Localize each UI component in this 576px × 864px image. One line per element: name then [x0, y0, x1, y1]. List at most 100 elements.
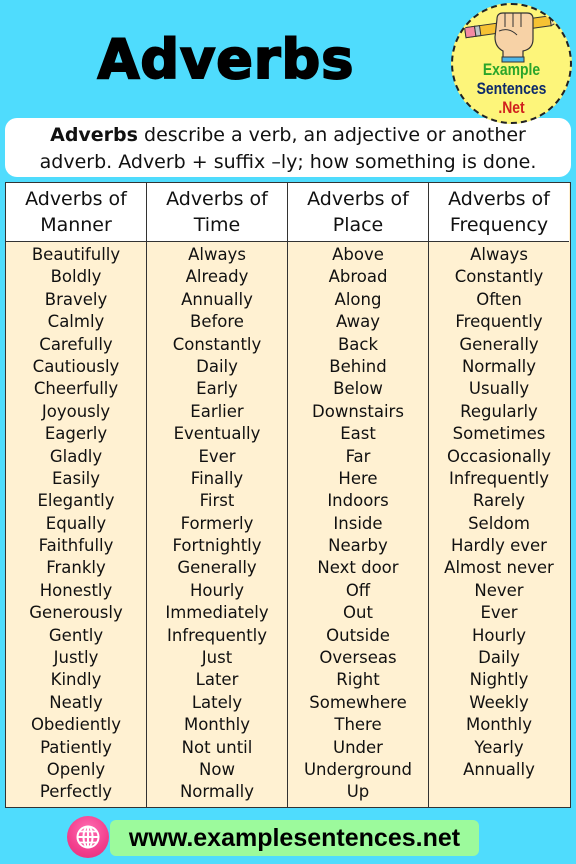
- table-cell: Justly: [53, 648, 99, 668]
- table-cell: Sometimes: [452, 424, 546, 444]
- column-header-line: Adverbs of: [166, 188, 268, 210]
- column-header-line: Adverbs of: [25, 188, 127, 210]
- table-cell: Now: [199, 759, 235, 779]
- table-cell: Beautifully: [31, 245, 121, 264]
- table-cell: Easily: [51, 468, 101, 488]
- table-cell: Infrequently: [166, 625, 268, 645]
- table-cell: Weekly: [469, 692, 529, 712]
- description-line-1-text: describe a verb, an adjective or another: [137, 124, 526, 146]
- description-line-2: adverb. Adverb + suffix –ly; how somethi…: [39, 151, 537, 173]
- table-cell: Just: [201, 648, 233, 668]
- table-cell: Cautiously: [32, 356, 120, 376]
- table-cell: Along: [334, 289, 382, 309]
- table-cell: Monthly: [465, 715, 533, 735]
- table-cell: Monthly: [183, 715, 251, 735]
- logo-text-net: .Net: [498, 98, 525, 117]
- table-cell: There: [334, 715, 382, 735]
- table-cell: Annually: [463, 759, 535, 779]
- table-cell: Daily: [196, 356, 238, 376]
- table-cell: Ever: [480, 603, 518, 623]
- table-cell: Infrequently: [448, 468, 550, 488]
- website-url-link[interactable]: www.examplesentences.net: [110, 820, 479, 856]
- table-cell: Honestly: [39, 580, 113, 600]
- column-frequency: Adverbs of Frequency Always Constantly Oft…: [429, 183, 569, 807]
- table-cell: Abroad: [328, 267, 388, 287]
- table-cell: Before: [190, 312, 244, 332]
- table-cell: Later: [195, 670, 239, 690]
- table-cell: Kindly: [50, 670, 102, 690]
- column-header-frequency: Adverbs of Frequency: [429, 183, 569, 242]
- table-cell: Underground: [303, 759, 413, 779]
- table-cell: Lately: [191, 692, 243, 712]
- table-cell: Immediately: [165, 603, 269, 623]
- site-logo[interactable]: Example Sentences .Net: [451, 3, 572, 124]
- table-cell: Elegantly: [37, 491, 115, 511]
- description-bold-term: Adverbs: [50, 124, 138, 146]
- page-title: Adverbs: [97, 27, 355, 92]
- table-cell: Behind: [329, 356, 387, 376]
- column-header-manner: Adverbs of Manner: [6, 183, 146, 242]
- table-cell: Off: [345, 580, 371, 600]
- table-cell: Early: [196, 379, 238, 399]
- logo-text-example: Example: [482, 60, 541, 79]
- table-cell: Annually: [181, 289, 253, 309]
- table-cell: Usually: [468, 379, 530, 399]
- column-header-line: Adverbs of: [307, 188, 409, 210]
- globe-icon: [76, 825, 100, 849]
- table-cell: Eagerly: [44, 424, 108, 444]
- table-cell: Hourly: [189, 580, 245, 600]
- table-cell: Never: [474, 580, 524, 600]
- table-cell: Patiently: [40, 737, 112, 757]
- table-cell: Perfectly: [39, 782, 113, 802]
- table-cell: Openly: [46, 759, 106, 779]
- table-cell: Indoors: [327, 491, 389, 511]
- column-header-place: Adverbs of Place: [288, 183, 428, 242]
- column-manner: Adverbs of Manner Beautifully Boldly Brave…: [6, 183, 147, 807]
- table-cell: East: [340, 424, 376, 444]
- table-cell: Up: [346, 782, 370, 802]
- table-cell: Below: [333, 379, 383, 399]
- table-cell: Frequently: [455, 312, 543, 332]
- column-header-line: Adverbs of: [448, 188, 550, 210]
- table-cell: Above: [332, 245, 384, 264]
- column-body: Always Constantly Often Frequently Generally…: [429, 242, 569, 781]
- table-cell: Regularly: [460, 401, 538, 421]
- table-cell: Nightly: [469, 670, 529, 690]
- logo-text-sentences: Sentences: [476, 79, 547, 98]
- table-cell: Right: [336, 670, 380, 690]
- table-cell: Normally: [461, 356, 537, 376]
- table-cell: Calmly: [47, 312, 105, 332]
- description-line-1: Adverbs describe a verb, an adjective or…: [5, 122, 571, 149]
- table-cell: Away: [336, 312, 380, 332]
- table-cell: Joyously: [41, 401, 111, 421]
- table-cell: Under: [333, 737, 383, 757]
- column-body: Always Already Annually Before Constantly Dai…: [147, 242, 287, 804]
- table-cell: Frankly: [46, 558, 106, 578]
- table-cell: Boldly: [50, 267, 102, 287]
- column-time: Adverbs of Time Always Already Annually Bef…: [147, 183, 288, 807]
- table-cell: Nearby: [328, 536, 388, 556]
- column-header-line: Time: [193, 214, 241, 236]
- table-cell: Inside: [333, 513, 383, 533]
- table-cell: Constantly: [454, 267, 544, 287]
- table-cell: Always: [470, 245, 528, 264]
- column-header-line: Place: [332, 214, 384, 236]
- table-cell: Earlier: [190, 401, 244, 421]
- column-body: Above Abroad Along Away Back Behind Below Downs…: [288, 242, 428, 804]
- globe-badge[interactable]: [67, 816, 109, 858]
- table-cell: Bravely: [44, 289, 108, 309]
- column-body: Beautifully Boldly Bravely Calmly Carefully C…: [6, 242, 146, 804]
- table-cell: Rarely: [472, 491, 526, 511]
- table-cell: Cheerfully: [33, 379, 119, 399]
- table-cell: Already: [185, 267, 249, 287]
- table-cell: Here: [338, 468, 378, 488]
- table-cell: Outside: [326, 625, 390, 645]
- table-cell: Next door: [317, 558, 399, 578]
- table-cell: Not until: [181, 737, 253, 757]
- table-cell: Hardly ever: [451, 536, 547, 556]
- description-box: Adverbs describe a verb, an adjective or…: [5, 118, 571, 177]
- table-cell: Seldom: [468, 513, 530, 533]
- table-cell: Equally: [45, 513, 107, 533]
- table-cell: Far: [345, 446, 371, 466]
- table-cell: Gladly: [49, 446, 103, 466]
